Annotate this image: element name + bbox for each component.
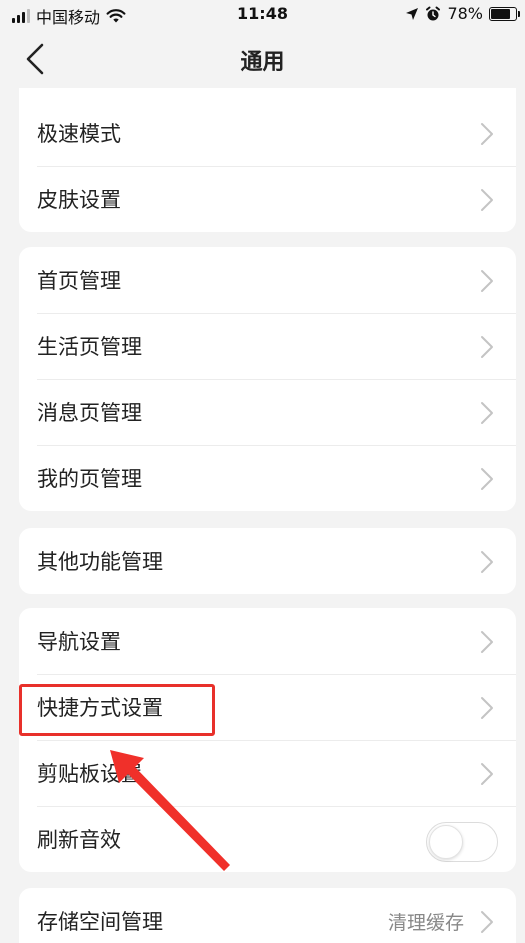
toggle-knob bbox=[429, 825, 463, 859]
row-label: 导航设置 bbox=[37, 630, 121, 654]
row-home-page-management[interactable]: 首页管理 bbox=[19, 247, 516, 313]
refresh-sound-toggle[interactable] bbox=[426, 822, 498, 862]
row-label: 消息页管理 bbox=[37, 401, 142, 425]
row-speed-mode[interactable]: 极速模式 bbox=[19, 100, 516, 166]
battery-percent: 78% bbox=[447, 4, 483, 23]
row-message-page-management[interactable]: 消息页管理 bbox=[19, 379, 516, 445]
row-shortcut-settings[interactable]: 快捷方式设置 bbox=[19, 674, 516, 740]
page-title: 通用 bbox=[240, 50, 285, 75]
row-label: 极速模式 bbox=[37, 122, 121, 146]
row-label: 皮肤设置 bbox=[37, 188, 121, 212]
row-label: 我的页管理 bbox=[37, 467, 142, 491]
settings-group-display: 极速模式 皮肤设置 bbox=[19, 88, 516, 232]
row-label: 首页管理 bbox=[37, 269, 121, 293]
chevron-right-icon bbox=[481, 402, 493, 424]
row-label: 其他功能管理 bbox=[37, 550, 163, 574]
chevron-right-icon bbox=[481, 697, 493, 719]
nav-bar: 通用 bbox=[0, 30, 525, 88]
alarm-icon bbox=[426, 6, 441, 20]
settings-group-tools: 导航设置 快捷方式设置 剪贴板设置 刷新音效 bbox=[19, 608, 516, 872]
chevron-right-icon bbox=[481, 123, 493, 145]
settings-group-pages: 首页管理 生活页管理 消息页管理 我的页管理 bbox=[19, 247, 516, 511]
row-other-features[interactable]: 其他功能管理 bbox=[19, 528, 516, 594]
chevron-right-icon bbox=[481, 763, 493, 785]
row-navigation-settings[interactable]: 导航设置 bbox=[19, 608, 516, 674]
chevron-right-icon bbox=[481, 631, 493, 653]
settings-group-other: 其他功能管理 bbox=[19, 528, 516, 594]
row-label: 存储空间管理 bbox=[37, 910, 163, 934]
chevron-right-icon bbox=[481, 551, 493, 573]
row-label: 刷新音效 bbox=[37, 828, 121, 852]
chevron-right-icon bbox=[481, 270, 493, 292]
status-bar: 中国移动 11:48 78% bbox=[0, 0, 525, 30]
battery-fill bbox=[491, 8, 510, 19]
row-storage-management[interactable]: 存储空间管理 清理缓存 bbox=[19, 888, 516, 943]
row-label: 生活页管理 bbox=[37, 335, 142, 359]
chevron-right-icon bbox=[481, 336, 493, 358]
row-my-page-management[interactable]: 我的页管理 bbox=[19, 445, 516, 511]
clear-cache-label: 清理缓存 bbox=[387, 911, 464, 934]
row-life-page-management[interactable]: 生活页管理 bbox=[19, 313, 516, 379]
row-label: 快捷方式设置 bbox=[37, 696, 163, 720]
battery-icon bbox=[489, 6, 520, 21]
row-clipboard-settings[interactable]: 剪贴板设置 bbox=[19, 740, 516, 806]
settings-group-storage: 存储空间管理 清理缓存 bbox=[19, 888, 516, 943]
chevron-right-icon bbox=[481, 189, 493, 211]
chevron-right-icon bbox=[481, 911, 493, 933]
row-label: 剪贴板设置 bbox=[37, 762, 142, 786]
row-skin-settings[interactable]: 皮肤设置 bbox=[19, 166, 516, 232]
chevron-right-icon bbox=[481, 468, 493, 490]
status-right: 78% bbox=[405, 4, 520, 23]
row-refresh-sound: 刷新音效 bbox=[19, 806, 516, 872]
location-icon bbox=[406, 7, 419, 20]
